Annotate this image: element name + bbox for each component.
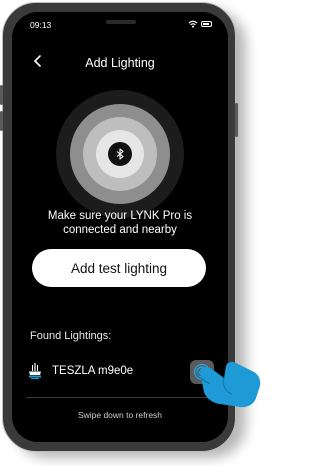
bluetooth-scan-radar: [56, 90, 184, 218]
instruction-text: Make sure your LYNK Pro is connected and…: [22, 209, 218, 237]
status-time: 09:13: [30, 20, 52, 30]
pointing-hand-icon: [197, 362, 261, 408]
found-lightings-label: Found Lightings:: [30, 330, 112, 342]
notch: [106, 20, 136, 24]
radar-center: [108, 142, 132, 166]
instruction-line-1: Make sure your LYNK Pro is: [47, 210, 193, 222]
battery-icon: [201, 21, 212, 27]
volume-down-button: [0, 111, 3, 131]
divider: [26, 397, 214, 398]
status-bar: 09:13: [12, 12, 228, 34]
swipe-refresh-hint: Swipe down to refresh: [77, 410, 163, 420]
add-test-lighting-button[interactable]: Add test lighting: [32, 249, 206, 287]
status-icons: [188, 20, 212, 28]
page-title: Add Lighting: [85, 56, 155, 70]
instruction-line-2: connected and nearby: [63, 224, 177, 236]
lamp-icon: [29, 363, 41, 379]
wifi-icon: [188, 20, 198, 28]
list-item[interactable]: TESZLA m9e0e: [22, 352, 218, 392]
power-button: [235, 103, 238, 137]
bluetooth-icon: [116, 148, 124, 160]
volume-up-button: [0, 85, 3, 105]
device-name: TESZLA m9e0e: [52, 365, 134, 377]
